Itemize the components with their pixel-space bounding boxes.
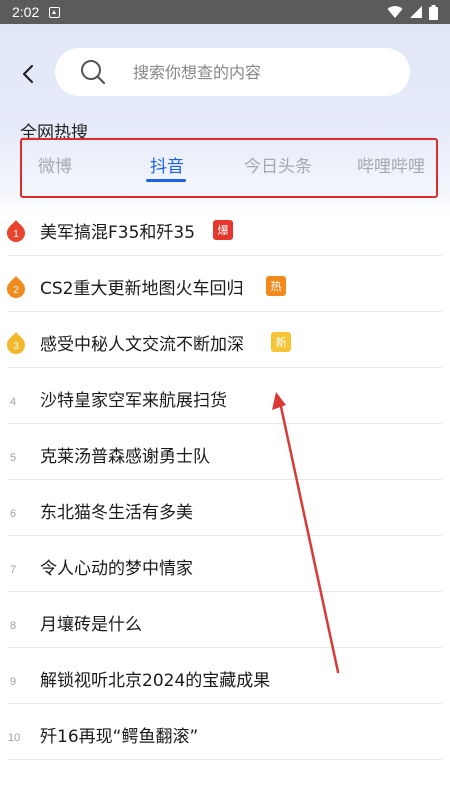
hot-list-item[interactable]: 3 感受中秘人文交流不断加深 新 xyxy=(0,312,450,368)
rank-number: 7 xyxy=(10,564,17,576)
hot-list-item[interactable]: 4 沙特皇家空军来航展扫货 xyxy=(0,368,450,424)
hot-tag-badge: 爆 xyxy=(213,220,233,240)
hot-list-item[interactable]: 6 东北猫冬生活有多美 xyxy=(0,480,450,536)
hot-list-item[interactable]: 9 解锁视听北京2024的宝藏成果 xyxy=(0,648,450,704)
chevron-left-icon xyxy=(22,64,34,84)
hot-item-title[interactable]: CS2重大更新地图火车回归 xyxy=(40,274,243,299)
search-bar[interactable] xyxy=(55,48,410,96)
hot-item-title[interactable]: 克莱汤普森感谢勇士队 xyxy=(40,442,210,467)
rank-1-badge-icon: 1 xyxy=(7,220,25,242)
svg-text:3: 3 xyxy=(13,341,19,352)
rank-number: 8 xyxy=(10,620,17,632)
hot-list-item[interactable]: 2 CS2重大更新地图火车回归 热 xyxy=(0,256,450,312)
hot-tag-badge: 热 xyxy=(266,276,286,296)
tab-bilibili[interactable]: 哔哩哔哩 xyxy=(357,152,425,177)
hot-item-title[interactable]: 美军搞混F35和歼35 xyxy=(40,218,195,243)
hot-item-title[interactable]: 歼16再现“鳄鱼翻滚” xyxy=(40,722,198,747)
hot-item-title[interactable]: 沙特皇家空军来航展扫货 xyxy=(40,386,227,411)
status-bar: 2:02 xyxy=(0,0,450,24)
hot-item-title[interactable]: 月壤砖是什么 xyxy=(40,610,142,635)
wifi-icon xyxy=(387,6,403,19)
rank-number: 4 xyxy=(10,396,17,408)
hot-item-title[interactable]: 令人心动的梦中情家 xyxy=(40,554,193,579)
active-tab-indicator xyxy=(146,179,186,182)
tab-weibo[interactable]: 微博 xyxy=(38,152,72,177)
hot-item-title[interactable]: 解锁视听北京2024的宝藏成果 xyxy=(40,666,270,691)
hot-item-title[interactable]: 感受中秘人文交流不断加深 xyxy=(40,330,244,355)
rank-number: 5 xyxy=(10,452,17,464)
search-icon[interactable] xyxy=(79,58,107,86)
svg-text:2: 2 xyxy=(13,285,19,296)
rank-number: 10 xyxy=(8,732,21,744)
hot-list-item[interactable]: 5 克莱汤普森感谢勇士队 xyxy=(0,424,450,480)
hot-list-item[interactable]: 10 歼16再现“鳄鱼翻滚” xyxy=(0,704,450,760)
new-tag-badge: 新 xyxy=(271,332,291,352)
tab-douyin[interactable]: 抖音 xyxy=(150,152,184,177)
tab-toutiao[interactable]: 今日头条 xyxy=(244,152,312,177)
search-input[interactable] xyxy=(133,62,383,82)
signal-icon xyxy=(410,6,422,18)
rank-2-badge-icon: 2 xyxy=(7,276,25,298)
svg-text:1: 1 xyxy=(13,229,19,240)
status-time: 2:02 xyxy=(12,4,40,20)
hot-list-item[interactable]: 8 月壤砖是什么 xyxy=(0,592,450,648)
back-button[interactable] xyxy=(14,60,42,88)
row-divider xyxy=(8,759,442,760)
rank-number: 6 xyxy=(10,508,17,520)
hot-list-item[interactable]: 1 美军搞混F35和歼35 爆 xyxy=(0,200,450,256)
hot-list-item[interactable]: 7 令人心动的梦中情家 xyxy=(0,536,450,592)
rank-3-badge-icon: 3 xyxy=(7,332,25,354)
rank-number: 9 xyxy=(10,676,17,688)
hot-item-title[interactable]: 东北猫冬生活有多美 xyxy=(40,498,193,523)
notification-icon xyxy=(49,6,61,18)
battery-icon xyxy=(429,4,438,20)
